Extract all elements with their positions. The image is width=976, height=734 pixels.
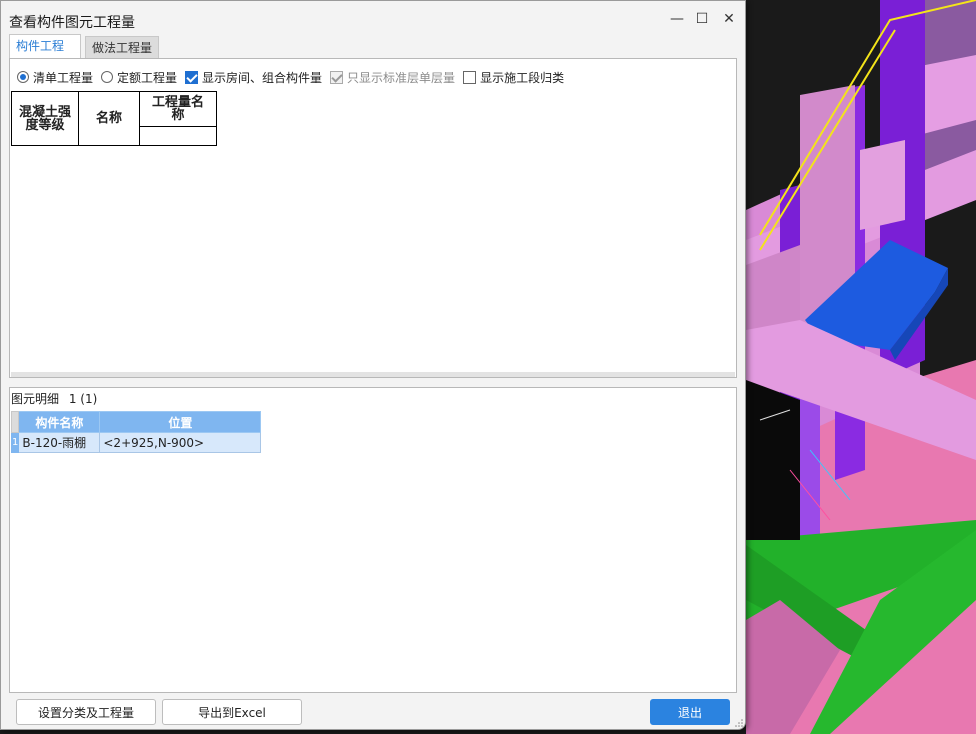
grid-header-position[interactable]: 位置 <box>99 411 262 433</box>
detail-header: 图元明细 1 (1) <box>11 390 97 407</box>
pier <box>860 140 905 230</box>
detail-title: 图元明细 <box>11 392 60 406</box>
checkbox-label: 显示房间、组合构件量 <box>202 70 323 85</box>
radio-button[interactable] <box>101 71 114 83</box>
minimize-icon[interactable]: — <box>667 9 687 29</box>
column-header-strength: 混凝土强度等级 <box>11 91 79 146</box>
checkbox-show-room[interactable]: 显示房间、组合构件量 <box>185 69 322 86</box>
cell-position[interactable]: <2+925,N-900> <box>99 432 262 453</box>
export-excel-button[interactable]: 导出到Excel <box>162 699 302 725</box>
grid-corner <box>10 411 20 433</box>
title-bar[interactable]: 查看构件图元工程量 — ☐ ✕ <box>1 1 745 33</box>
checkbox[interactable] <box>185 70 199 84</box>
settings-button[interactable]: 设置分类及工程量 <box>16 699 156 725</box>
maximize-icon[interactable]: ☐ <box>692 9 712 29</box>
checkbox <box>330 70 344 84</box>
radio-qingdan[interactable]: 清单工程量 <box>17 69 93 86</box>
tab-component-quantity[interactable]: 构件工程量 <box>9 34 81 75</box>
close-icon[interactable]: ✕ <box>719 9 739 29</box>
row-number: 1 <box>10 432 20 453</box>
column-header-quantity-name: 工程量名称 <box>139 91 217 127</box>
opening <box>746 380 800 540</box>
checkbox-show-stage[interactable]: 显示施工段归类 <box>463 69 564 86</box>
options-bar: 清单工程量 定额工程量 显示房间、组合构件量 只显示标准层单层量 显示施工段归类 <box>17 68 572 86</box>
checkbox-label: 显示施工段归类 <box>480 70 565 85</box>
cell-component-name[interactable]: B-120-雨棚 <box>18 432 101 453</box>
detail-count: 1 (1) <box>68 392 98 406</box>
grid-header-component-name[interactable]: 构件名称 <box>18 411 101 433</box>
checkbox[interactable] <box>463 70 477 84</box>
table-row[interactable]: 1 B-120-雨棚 <2+925,N-900> <box>10 432 262 453</box>
panel-splitter[interactable] <box>11 372 735 377</box>
empty-cell <box>139 126 217 146</box>
checkbox-only-standard: 只显示标准层单层量 <box>330 69 455 86</box>
exit-button[interactable]: 退出 <box>650 699 730 725</box>
radio-dinge[interactable]: 定额工程量 <box>101 69 177 86</box>
checkbox-label: 只显示标准层单层量 <box>347 70 456 85</box>
detail-grid: 构件名称 位置 1 B-120-雨棚 <2+925,N-900> <box>10 411 262 453</box>
radio-label: 定额工程量 <box>117 70 178 85</box>
column-header-name: 名称 <box>78 91 140 146</box>
quantity-dialog: 查看构件图元工程量 — ☐ ✕ 构件工程量 做法工程量 清单工程量 定额工程量 … <box>0 0 746 730</box>
tab-method-quantity[interactable]: 做法工程量 <box>85 36 159 59</box>
radio-button[interactable] <box>17 71 29 83</box>
radio-label: 清单工程量 <box>33 70 94 85</box>
quantity-table: 混凝土强度等级 名称 工程量名称 <box>11 91 217 146</box>
dialog-title: 查看构件图元工程量 <box>9 15 135 31</box>
resize-grip-icon[interactable] <box>735 719 743 727</box>
